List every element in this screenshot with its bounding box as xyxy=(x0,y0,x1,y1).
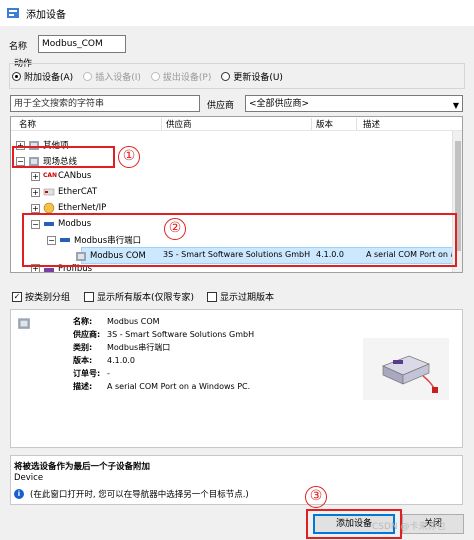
annotation-marker-2: ② xyxy=(164,218,186,240)
checkbox-group-by-category-label: 按类别分组 xyxy=(25,293,71,303)
tree-header: 名称 供应商 版本 描述 xyxy=(11,117,462,131)
radio-attach-dot xyxy=(12,72,21,81)
tree-item-ethercat[interactable]: + EtherCAT xyxy=(31,184,97,200)
target-device: Device xyxy=(14,473,44,483)
tree-item-ethernetip-label: EtherNet/IP xyxy=(58,203,107,213)
watermark: CSDN @卡来你也 xyxy=(372,522,446,532)
checkbox-show-obsolete[interactable]: 显示过期版本 xyxy=(207,290,274,303)
tree-item-modbus[interactable]: − Modbus xyxy=(31,216,91,232)
radio-attach-device[interactable]: 附加设备(A) xyxy=(12,70,73,83)
radio-plug-label: 拔出设备(P) xyxy=(162,73,212,83)
col-vendor[interactable]: 供应商 xyxy=(166,118,192,130)
target-hint: (在此窗口打开时, 您可以在导航器中选择另一个目标节点.) xyxy=(30,490,249,500)
radio-plug-dot xyxy=(150,72,160,81)
expand-plus-icon[interactable]: + xyxy=(31,171,40,181)
expand-minus-icon[interactable]: − xyxy=(47,235,56,245)
target-hint-row: i (在此窗口打开时, 您可以在导航器中选择另一个目标节点.) xyxy=(14,488,249,500)
can-icon: CAN xyxy=(43,172,58,179)
tree-item-modbus-com[interactable]: Modbus COM xyxy=(75,248,146,264)
tree-item-modbus-serial-label: Modbus串行端口 xyxy=(74,236,142,246)
target-heading: 将被选设备作为最后一个子设备附加 xyxy=(14,462,151,472)
target-info-panel: 将被选设备作为最后一个子设备附加 Device i (在此窗口打开时, 您可以在… xyxy=(10,455,463,505)
tree-item-profibus-label: Profibus xyxy=(58,264,93,273)
radio-update-dot xyxy=(221,72,231,81)
scrollbar-thumb[interactable] xyxy=(455,141,461,251)
tree-item-ethercat-label: EtherCAT xyxy=(58,187,98,197)
annotation-marker-3: ③ xyxy=(305,486,327,508)
title-bar: 添加设备 xyxy=(0,0,474,26)
tree-item-fieldbus-label: 现场总线 xyxy=(43,157,78,167)
tree-item-modbus-com-label: Modbus COM xyxy=(90,251,146,261)
chevron-down-icon: ▼ xyxy=(452,101,459,110)
radio-update-label: 更新设备(U) xyxy=(233,73,283,83)
info-description: 描述: A serial COM Port on a Windows PC. xyxy=(73,382,251,391)
expand-plus-icon[interactable]: + xyxy=(31,203,40,213)
vendor-select[interactable]: <全部供应商> ▼ xyxy=(245,95,463,112)
checkbox-empty-icon xyxy=(207,291,217,302)
device-folder-icon xyxy=(29,141,39,150)
tree-scrollbar[interactable] xyxy=(452,131,462,272)
checkbox-checked-icon: ✓ xyxy=(12,291,22,302)
tree-item-canbus[interactable]: + CAN CANbus xyxy=(31,168,91,184)
selected-vendor-cell: 3S - Smart Software Solutions GmbH xyxy=(163,250,311,259)
tree-item-modbus-serial[interactable]: − Modbus串行端口 xyxy=(47,232,141,248)
col-name[interactable]: 名称 xyxy=(19,118,36,130)
serial-device-image xyxy=(363,338,449,400)
tree-item-ethernetip[interactable]: + EtherNet/IP xyxy=(31,200,106,216)
device-folder-icon xyxy=(29,157,39,166)
ethernetip-icon xyxy=(43,202,55,214)
checkbox-show-obsolete-label: 显示过期版本 xyxy=(220,293,275,303)
ethercat-icon xyxy=(43,188,55,196)
radio-attach-label: 附加设备(A) xyxy=(24,73,74,83)
device-tree: 名称 供应商 版本 描述 + 其他项 − 现场总线 + CAN CANbus +… xyxy=(10,116,463,273)
name-input[interactable]: Modbus_COM xyxy=(38,35,126,53)
device-info-panel: 名称: Modbus COM 供应商: 3S - Smart Software So… xyxy=(10,309,463,448)
checkbox-show-all-versions-label: 显示所有版本(仅限专家) xyxy=(97,293,195,303)
radio-insert-label: 插入设备(I) xyxy=(95,73,141,83)
info-vendor: 供应商: 3S - Smart Software Solutions GmbH xyxy=(73,330,255,339)
info-category: 类别: Modbus串行端口 xyxy=(73,343,171,352)
modbus-icon xyxy=(44,222,54,226)
tree-item-modbus-label: Modbus xyxy=(58,219,92,229)
info-name: 名称: Modbus COM xyxy=(73,317,160,326)
tree-item-misc[interactable]: + 其他项 xyxy=(16,137,69,153)
expand-plus-icon[interactable]: + xyxy=(16,140,25,150)
tree-item-profibus[interactable]: + Profibus xyxy=(31,264,93,273)
device-icon xyxy=(76,252,86,261)
expand-plus-icon[interactable]: + xyxy=(31,264,40,272)
expand-minus-icon[interactable]: − xyxy=(16,156,25,166)
vendor-select-value: <全部供应商> xyxy=(249,99,310,109)
radio-insert-device[interactable]: 插入设备(I) xyxy=(83,70,141,83)
tree-item-misc-label: 其他项 xyxy=(43,141,69,151)
expand-minus-icon[interactable]: − xyxy=(31,219,40,229)
selected-version-cell: 4.1.0.0 xyxy=(316,250,344,259)
selected-description-cell: A serial COM Port on a W xyxy=(366,250,463,259)
search-input[interactable]: 用于全文搜索的字符串 xyxy=(10,95,200,112)
profibus-icon xyxy=(44,268,54,272)
annotation-marker-1: ① xyxy=(118,146,140,168)
tree-item-fieldbus[interactable]: − 现场总线 xyxy=(16,153,77,169)
col-version[interactable]: 版本 xyxy=(316,118,333,130)
radio-update-device[interactable]: 更新设备(U) xyxy=(221,70,283,83)
info-version: 版本: 4.1.0.0 xyxy=(73,356,135,365)
checkbox-group-by-category[interactable]: ✓ 按类别分组 xyxy=(12,290,70,303)
checkbox-empty-icon xyxy=(84,291,94,302)
vendor-label: 供应商 xyxy=(207,101,235,111)
radio-plug-device[interactable]: 拔出设备(P) xyxy=(150,70,212,83)
checkbox-show-all-versions[interactable]: 显示所有版本(仅限专家) xyxy=(84,290,194,303)
action-radio-row: 附加设备(A) 插入设备(I) 拔出设备(P) 更新设备(U) xyxy=(12,70,283,83)
col-description[interactable]: 描述 xyxy=(363,118,380,130)
info-order: 订单号: - xyxy=(73,369,110,378)
info-icon: i xyxy=(14,489,24,499)
radio-insert-dot xyxy=(83,72,93,81)
expand-plus-icon[interactable]: + xyxy=(31,187,40,197)
modbus-icon xyxy=(60,238,70,242)
device-icon xyxy=(18,318,30,329)
tree-item-canbus-label: CANbus xyxy=(58,171,92,181)
app-icon xyxy=(7,8,19,18)
name-label: 名称 xyxy=(9,42,28,52)
window-title: 添加设备 xyxy=(26,9,66,21)
